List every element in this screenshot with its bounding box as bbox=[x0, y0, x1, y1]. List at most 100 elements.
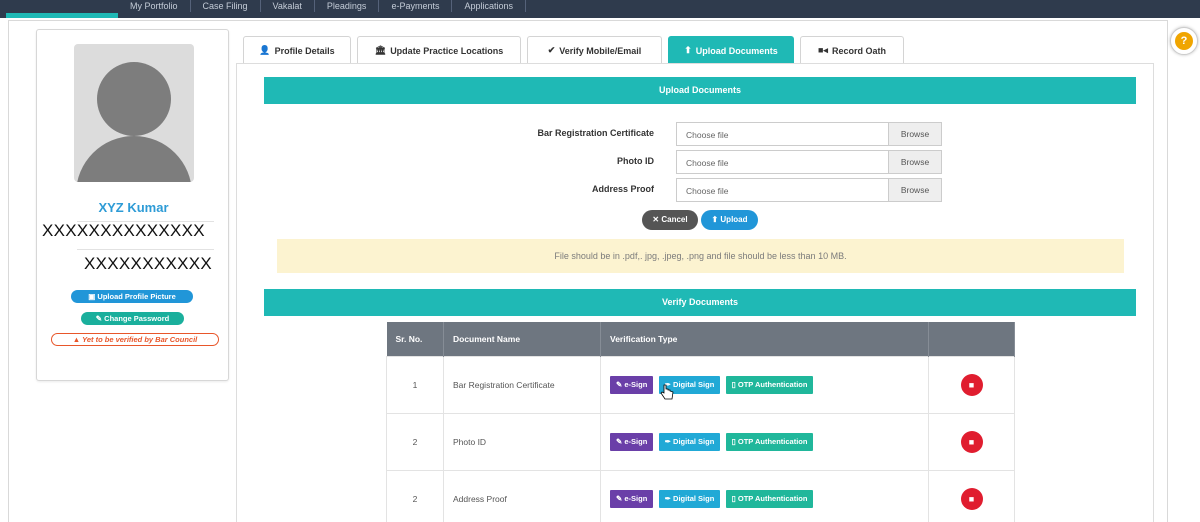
tab-upload-documents[interactable]: ⬆ Upload Documents bbox=[668, 36, 794, 64]
nav-item-epayments[interactable]: e-Payments bbox=[379, 0, 453, 12]
tab-label: Profile Details bbox=[274, 45, 335, 56]
cell-sr-no: 1 bbox=[386, 355, 444, 414]
esign-button[interactable]: ✎ e-Sign bbox=[610, 375, 654, 394]
nav-item-pleadings[interactable]: Pleadings bbox=[315, 0, 380, 12]
active-nav-indicator bbox=[6, 13, 118, 18]
file-format-notice: File should be in .pdf,. jpg, .jpeg, .pn… bbox=[277, 239, 1124, 273]
field-label-photo-id: Photo ID bbox=[617, 156, 654, 166]
upload-label: Upload bbox=[720, 215, 748, 224]
cell-actions: ■ bbox=[928, 355, 1015, 414]
table-row: 1 Bar Registration Certificate ✎ e-Sign … bbox=[386, 355, 1015, 414]
change-password-button[interactable]: ✎ Change Password bbox=[81, 312, 184, 325]
table-row: 2 Address Proof ✎ e-Sign ✒ Digital Sign … bbox=[386, 469, 1015, 522]
upload-profile-picture-label: Upload Profile Picture bbox=[97, 292, 176, 301]
delete-button[interactable]: ■ bbox=[960, 373, 983, 396]
avatar-body-shape bbox=[76, 136, 192, 182]
cell-document-name: Address Proof bbox=[443, 469, 601, 522]
cell-actions: ■ bbox=[928, 469, 1015, 522]
tab-update-practice-locations[interactable]: 🏛 Update Practice Locations bbox=[357, 36, 521, 64]
change-password-label: Change Password bbox=[104, 314, 170, 323]
check-icon: ✔ bbox=[547, 45, 556, 55]
tab-record-oath[interactable]: ■◂ Record Oath bbox=[800, 36, 904, 64]
upload-profile-picture-button[interactable]: ▣ Upload Profile Picture bbox=[71, 290, 193, 303]
column-header-actions bbox=[928, 322, 1015, 356]
browse-button[interactable]: Browse bbox=[888, 151, 941, 173]
otp-label: OTP Authentication bbox=[737, 436, 808, 446]
otp-label: OTP Authentication bbox=[737, 379, 808, 389]
masked-enrolment-number: XXXXXXXXXXXXXX bbox=[42, 221, 205, 240]
cell-sr-no: 2 bbox=[386, 412, 444, 471]
profile-name: XYZ Kumar bbox=[98, 200, 169, 215]
file-placeholder: Choose file bbox=[686, 158, 729, 168]
field-label-address-proof: Address Proof bbox=[591, 184, 654, 194]
cell-verification-type: ✎ e-Sign ✒ Digital Sign ▯ OTP Authentica… bbox=[600, 412, 929, 471]
nav-item-applications[interactable]: Applications bbox=[452, 0, 526, 12]
cancel-label: Cancel bbox=[661, 215, 688, 224]
upload-icon: ⬆ bbox=[684, 45, 692, 55]
nav-item-case-filing[interactable]: Case Filing bbox=[191, 0, 261, 12]
nav-item-portfolio[interactable]: My Portfolio bbox=[118, 0, 191, 12]
otp-authentication-button[interactable]: ▯ OTP Authentication bbox=[725, 489, 814, 508]
column-header-document-name: Document Name bbox=[443, 322, 601, 356]
table-header-row: Sr. No. Document Name Verification Type bbox=[386, 322, 1015, 356]
esign-label: e-Sign bbox=[624, 379, 648, 389]
divider bbox=[77, 249, 214, 250]
address-proof-file-input[interactable]: Choose file Browse bbox=[676, 178, 942, 202]
browse-button[interactable]: Browse bbox=[888, 179, 941, 201]
esign-button[interactable]: ✎ e-Sign bbox=[610, 489, 654, 508]
help-button[interactable]: ? bbox=[1170, 27, 1198, 55]
browse-button[interactable]: Browse bbox=[888, 123, 941, 145]
otp-label: OTP Authentication bbox=[737, 493, 808, 503]
tab-profile-details[interactable]: 👤 Profile Details bbox=[243, 36, 351, 64]
verify-documents-table: Sr. No. Document Name Verification Type … bbox=[386, 322, 1015, 522]
digital-sign-label: Digital Sign bbox=[673, 436, 715, 446]
cell-actions: ■ bbox=[928, 412, 1015, 471]
warning-icon: ▲ bbox=[72, 335, 83, 344]
cancel-button[interactable]: ✕ Cancel bbox=[642, 210, 698, 230]
cell-document-name: Photo ID bbox=[443, 412, 601, 471]
nav-item-vakalat[interactable]: Vakalat bbox=[261, 0, 315, 12]
bank-icon: 🏛 bbox=[374, 45, 387, 55]
avatar-head-shape bbox=[97, 62, 171, 136]
digital-sign-button[interactable]: ✒ Digital Sign bbox=[658, 432, 721, 451]
profile-tabs: 👤 Profile Details 🏛 Update Practice Locati… bbox=[243, 36, 910, 64]
user-icon: 👤 bbox=[259, 45, 271, 55]
upload-documents-header: Upload Documents bbox=[264, 77, 1136, 104]
esign-label: e-Sign bbox=[624, 493, 648, 503]
otp-authentication-button[interactable]: ▯ OTP Authentication bbox=[725, 375, 814, 394]
tab-label: Record Oath bbox=[831, 45, 886, 56]
pen-icon: ✒ bbox=[664, 436, 674, 446]
upload-button[interactable]: ⬆ Upload bbox=[701, 210, 758, 230]
otp-authentication-button[interactable]: ▯ OTP Authentication bbox=[725, 432, 814, 451]
bar-certificate-file-input[interactable]: Choose file Browse bbox=[676, 122, 942, 146]
trash-icon: ■ bbox=[968, 379, 975, 390]
digital-sign-label: Digital Sign bbox=[673, 493, 715, 503]
tab-label: Update Practice Locations bbox=[390, 45, 504, 56]
close-icon: ✕ bbox=[652, 215, 662, 224]
pen-icon: ✒ bbox=[664, 493, 674, 503]
delete-button[interactable]: ■ bbox=[960, 430, 983, 453]
cell-sr-no: 2 bbox=[386, 469, 444, 522]
file-placeholder: Choose file bbox=[686, 186, 729, 196]
table-row: 2 Photo ID ✎ e-Sign ✒ Digital Sign ▯ OTP… bbox=[386, 412, 1015, 471]
tab-verify-mobile-email[interactable]: ✔ Verify Mobile/Email bbox=[527, 36, 662, 64]
verify-documents-header: Verify Documents bbox=[264, 289, 1136, 316]
field-label-bar-certificate: Bar Registration Certificate bbox=[537, 128, 654, 138]
cell-document-name: Bar Registration Certificate bbox=[443, 355, 601, 414]
video-icon: ■◂ bbox=[818, 45, 828, 55]
hand-cursor-icon bbox=[660, 384, 674, 400]
digital-sign-button[interactable]: ✒ Digital Sign bbox=[658, 489, 721, 508]
wrench-icon: ✎ bbox=[95, 314, 105, 323]
file-placeholder: Choose file bbox=[686, 130, 729, 140]
help-icon: ? bbox=[1175, 32, 1193, 50]
esign-button[interactable]: ✎ e-Sign bbox=[610, 432, 654, 451]
top-navbar: My Portfolio Case Filing Vakalat Pleadin… bbox=[0, 0, 1200, 18]
delete-button[interactable]: ■ bbox=[960, 487, 983, 510]
esign-label: e-Sign bbox=[624, 436, 648, 446]
nav-menu: My Portfolio Case Filing Vakalat Pleadin… bbox=[118, 0, 526, 14]
digital-sign-label: Digital Sign bbox=[673, 379, 715, 389]
column-header-sr-no: Sr. No. bbox=[386, 322, 444, 356]
photo-id-file-input[interactable]: Choose file Browse bbox=[676, 150, 942, 174]
column-header-verification-type: Verification Type bbox=[600, 322, 929, 356]
avatar bbox=[74, 44, 194, 182]
